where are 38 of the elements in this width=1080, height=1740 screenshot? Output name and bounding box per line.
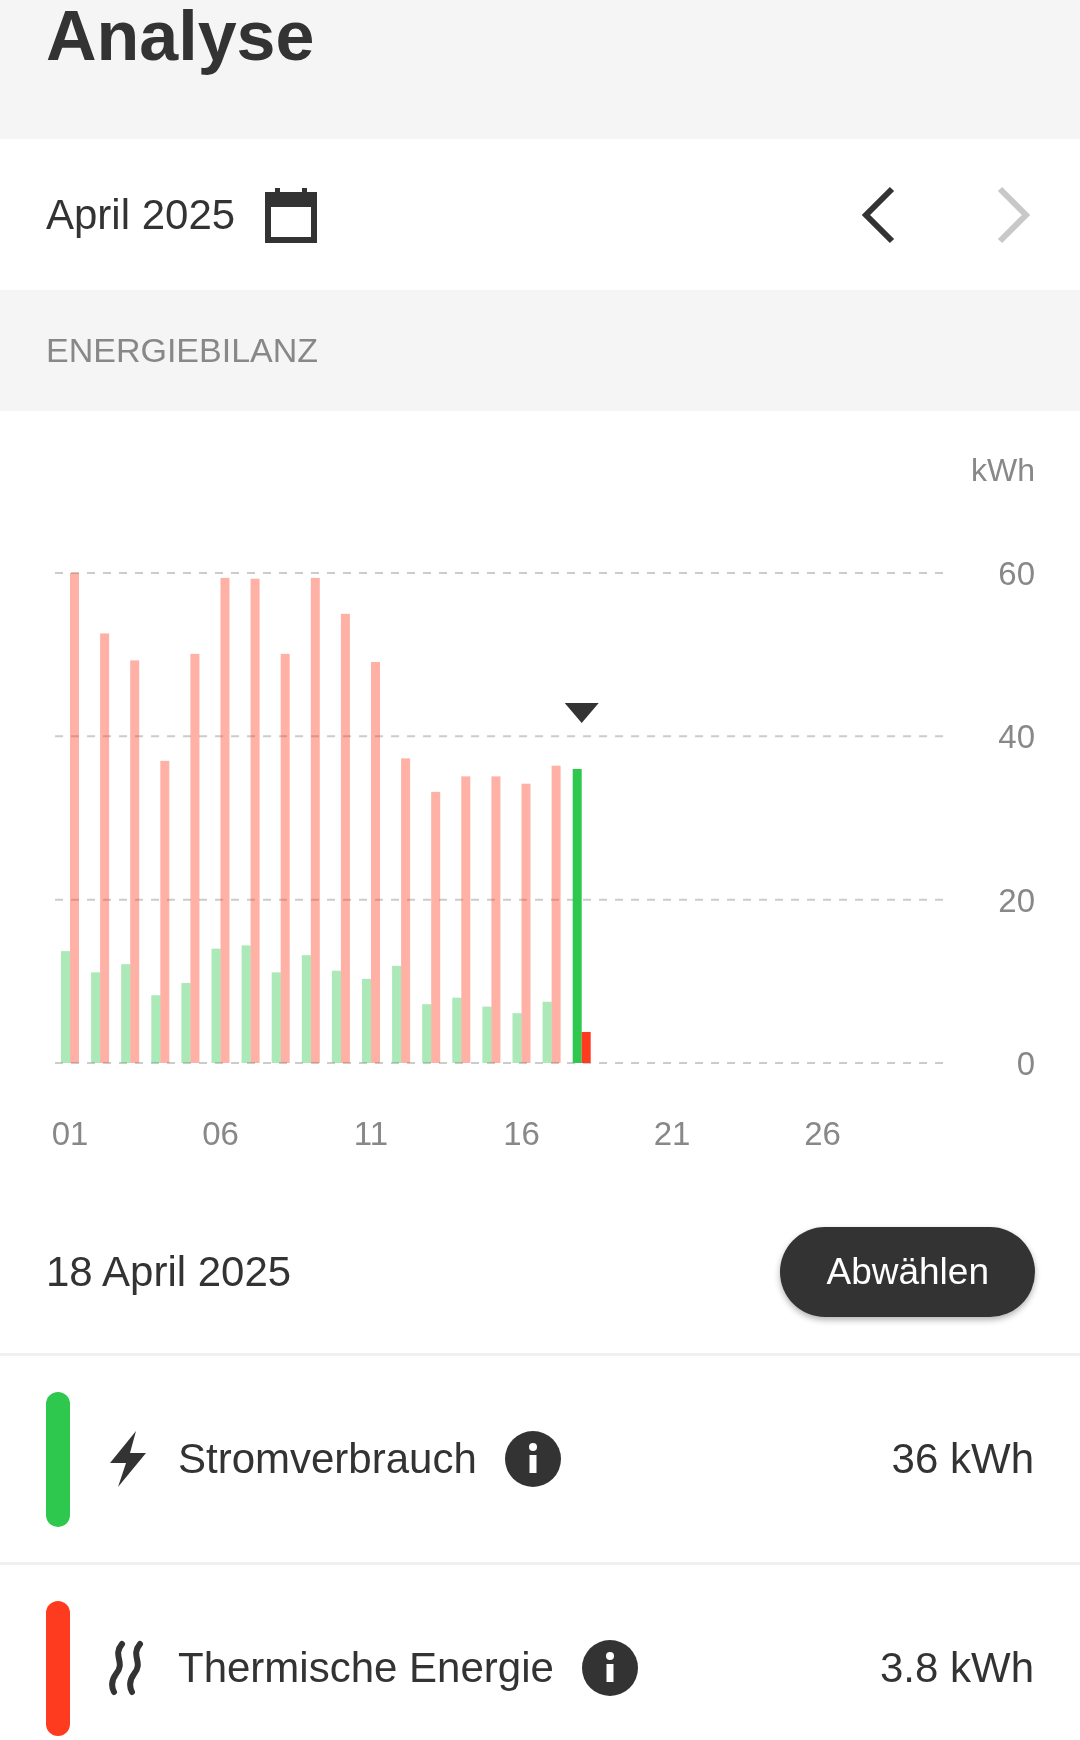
- selected-date: 18 April 2025: [46, 1248, 292, 1296]
- x-tick-label: 11: [353, 1115, 389, 1152]
- bar[interactable]: [572, 769, 582, 1063]
- bar[interactable]: [310, 577, 320, 1063]
- x-tick-label: 06: [202, 1115, 239, 1152]
- bar[interactable]: [431, 791, 441, 1063]
- y-tick-label: 40: [998, 718, 1035, 756]
- bar[interactable]: [250, 578, 260, 1063]
- bar[interactable]: [461, 776, 471, 1063]
- bar[interactable]: [160, 760, 170, 1063]
- month-label: April 2025: [46, 190, 236, 239]
- info-icon[interactable]: [504, 1431, 561, 1487]
- series-name: Stromverbrauch: [178, 1435, 477, 1483]
- bar[interactable]: [401, 758, 411, 1063]
- bar[interactable]: [190, 653, 200, 1063]
- y-tick-label: 60: [998, 555, 1035, 592]
- x-tick-label: 01: [51, 1115, 89, 1152]
- info-icon[interactable]: [581, 1640, 638, 1696]
- y-tick-label: 20: [998, 881, 1035, 919]
- calendar-icon[interactable]: [265, 186, 318, 243]
- x-tick-label: 16: [503, 1115, 540, 1152]
- bar[interactable]: [331, 970, 341, 1063]
- series-name: Thermische Energie: [178, 1644, 554, 1692]
- deselect-button[interactable]: Abwählen: [780, 1227, 1035, 1317]
- bar[interactable]: [581, 1031, 591, 1063]
- bar[interactable]: [280, 653, 290, 1063]
- section-title: ENERGIEBILANZ: [46, 331, 319, 370]
- series-value: 36 kWh: [891, 1435, 1034, 1483]
- bar[interactable]: [100, 633, 110, 1063]
- bar[interactable]: [491, 776, 501, 1063]
- bar[interactable]: [551, 765, 561, 1063]
- bar[interactable]: [340, 613, 350, 1063]
- x-tick-label: 21: [653, 1115, 691, 1152]
- axis-unit: kWh: [971, 452, 1035, 488]
- series-value: 3.8 kWh: [879, 1644, 1034, 1692]
- bar[interactable]: [130, 660, 140, 1063]
- x-tick-label: 26: [804, 1115, 841, 1152]
- y-tick-label: 0: [1016, 1045, 1035, 1082]
